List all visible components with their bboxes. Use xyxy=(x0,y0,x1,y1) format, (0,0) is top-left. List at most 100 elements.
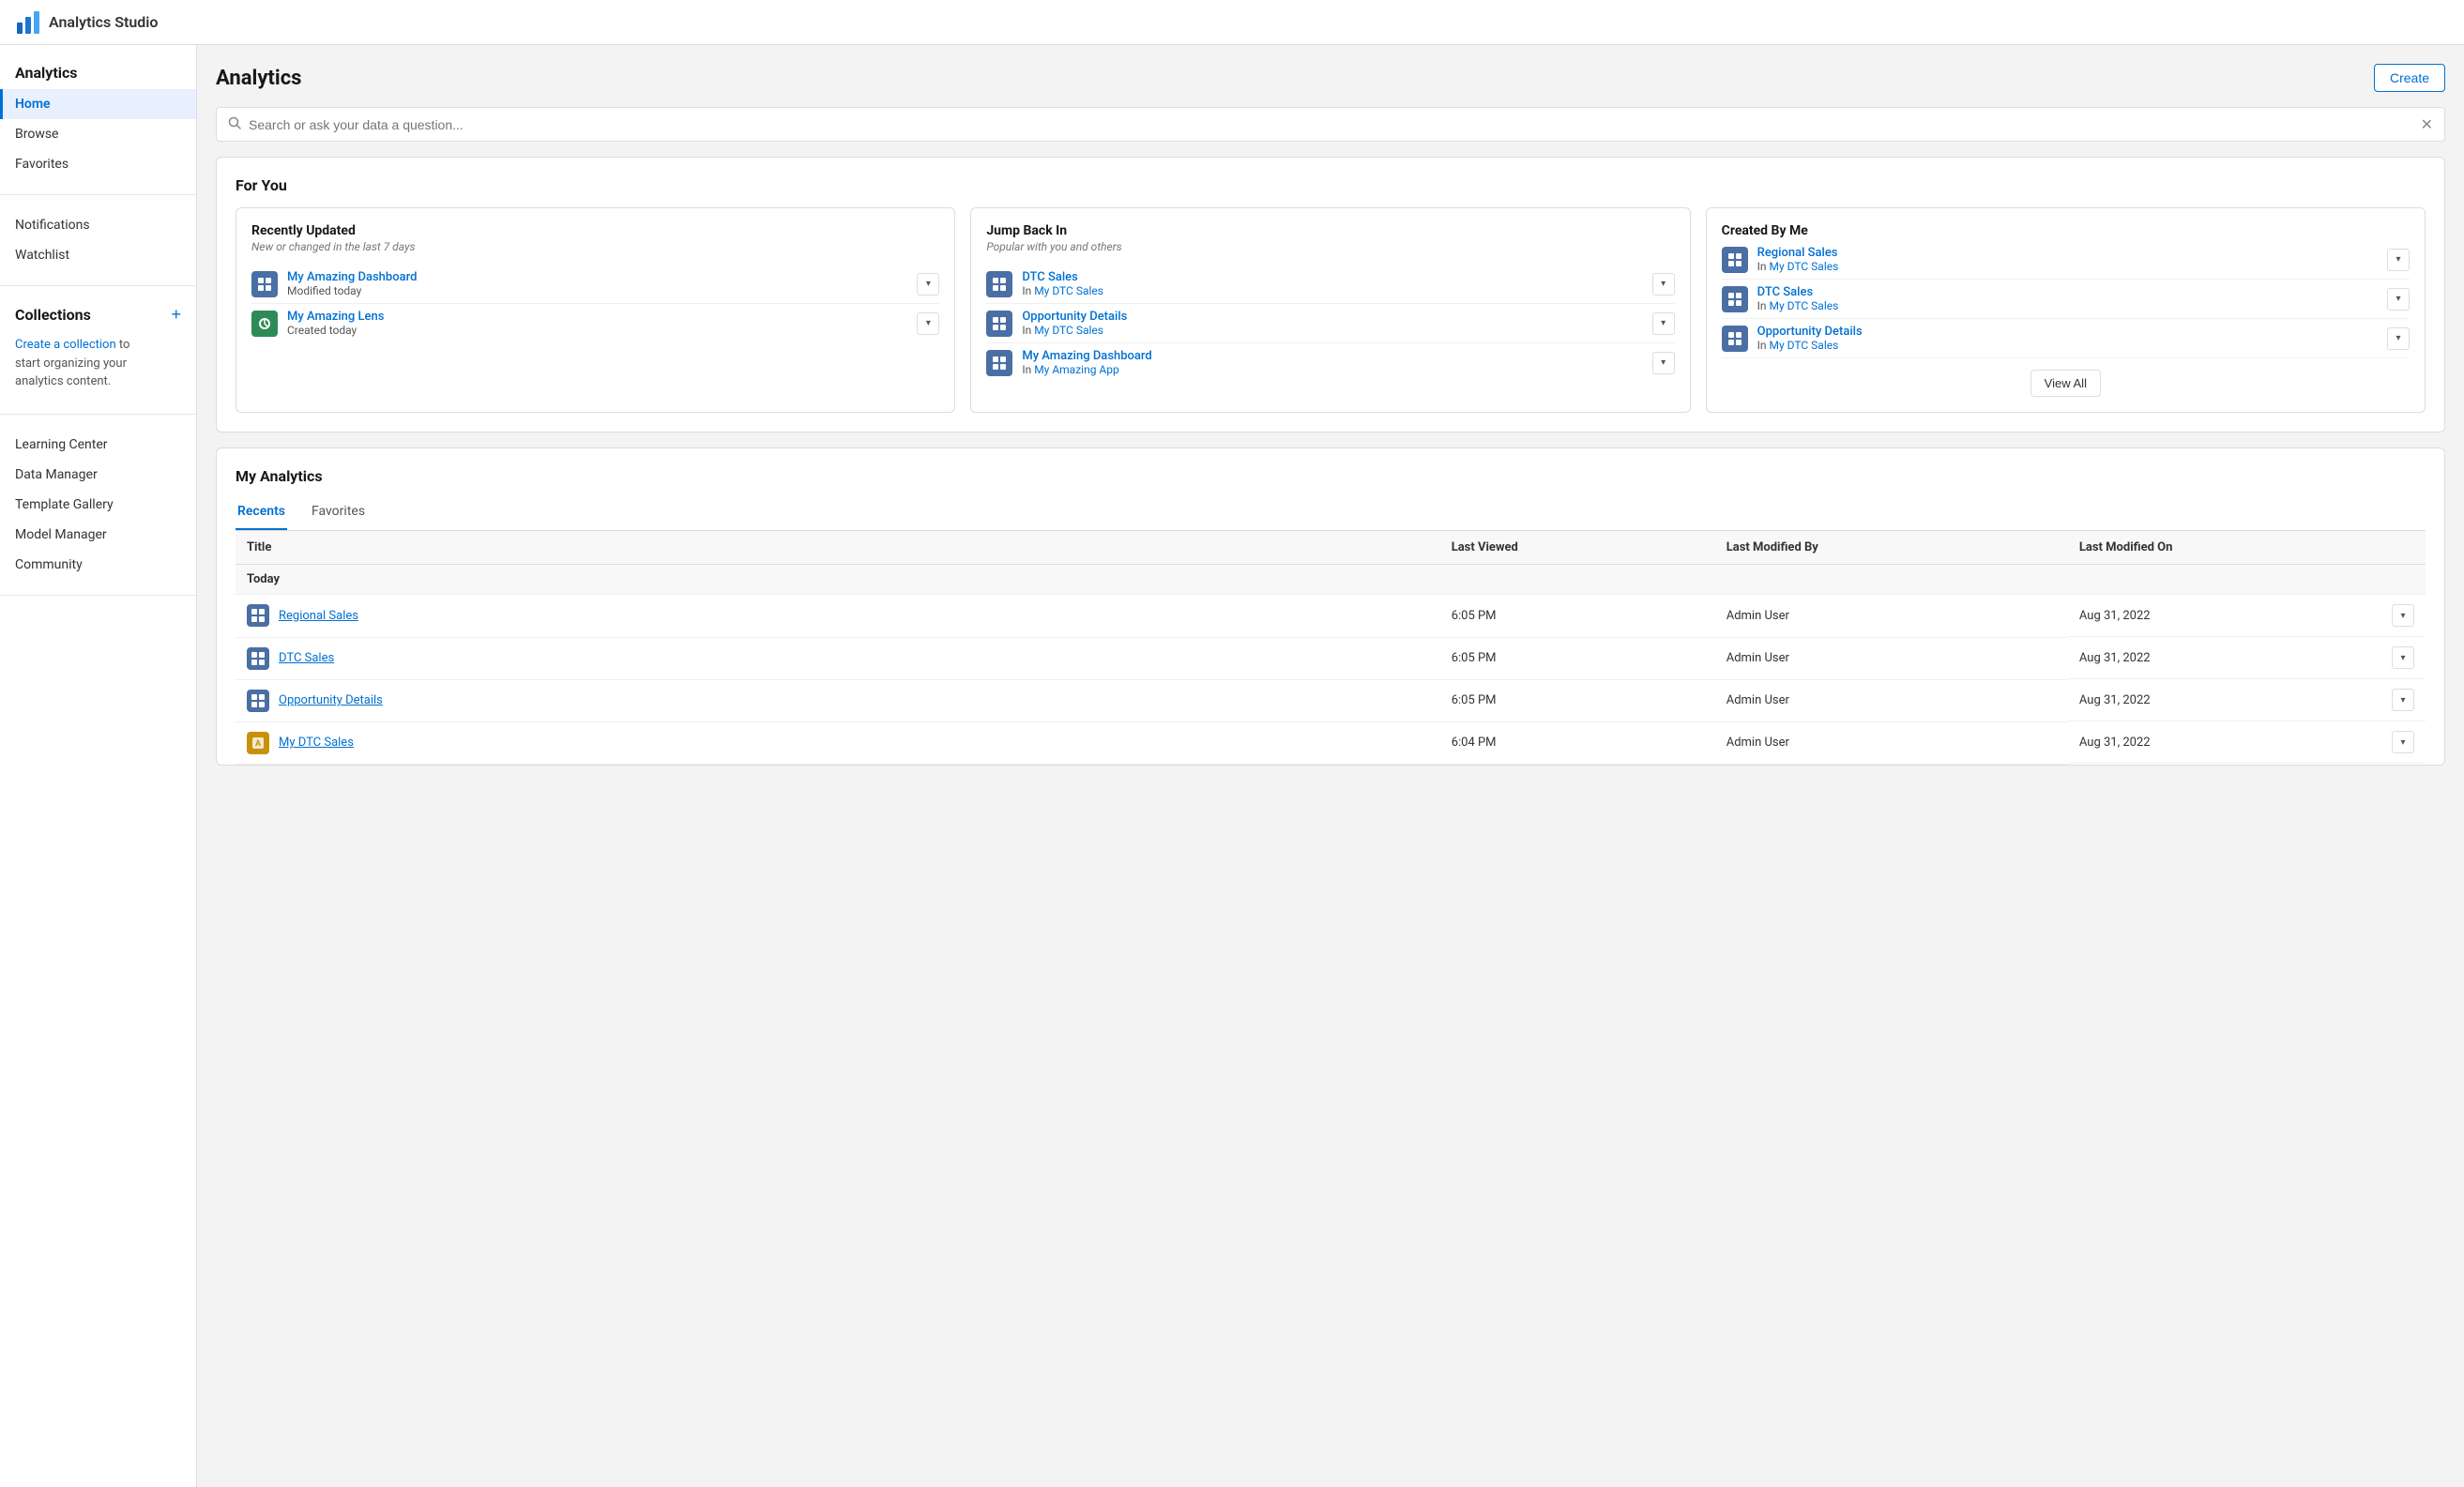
row-0-last-viewed: 6:05 PM xyxy=(1440,595,1715,638)
create-button[interactable]: Create xyxy=(2374,64,2445,92)
app-logo: Analytics Studio xyxy=(15,9,158,36)
main-content: Analytics Create ✕ For You Recently Upda… xyxy=(197,45,2464,1487)
created-by-me-item-2: Opportunity Details In My DTC Sales ▾ xyxy=(1722,319,2410,358)
search-clear-icon[interactable]: ✕ xyxy=(2421,115,2433,133)
sidebar-item-browse[interactable]: Browse xyxy=(0,119,196,149)
row-3-modified-by: Admin User xyxy=(1715,721,2068,764)
row-1-name[interactable]: DTC Sales xyxy=(279,651,334,665)
jump-back-meta-2: In My Amazing App xyxy=(1022,363,1151,376)
created-by-me-name-2[interactable]: Opportunity Details xyxy=(1757,325,1863,339)
row-0-icon xyxy=(247,604,269,627)
recently-updated-subtitle: New or changed in the last 7 days xyxy=(251,240,939,253)
analytics-studio-logo-icon xyxy=(15,9,41,36)
create-collection-link[interactable]: Create a collection xyxy=(15,338,116,352)
created-by-me-name-1[interactable]: DTC Sales xyxy=(1757,285,1839,299)
row-3-name[interactable]: My DTC Sales xyxy=(279,736,354,750)
created-by-me-dropdown-1[interactable]: ▾ xyxy=(2387,288,2410,311)
jump-back-icon-1 xyxy=(986,311,1012,337)
recently-updated-meta-1: Created today xyxy=(287,324,384,337)
jump-back-dropdown-0[interactable]: ▾ xyxy=(1652,273,1675,296)
created-by-me-meta-link-0[interactable]: My DTC Sales xyxy=(1770,260,1839,273)
col-last-viewed: Last Viewed xyxy=(1440,531,1715,565)
collections-header: Collections + xyxy=(0,301,196,332)
row-0-title-cell: Regional Sales xyxy=(236,595,1440,638)
sidebar-item-home[interactable]: Home xyxy=(0,89,196,119)
jump-back-meta-link-1[interactable]: My DTC Sales xyxy=(1034,324,1103,337)
created-by-me-meta-link-1[interactable]: My DTC Sales xyxy=(1770,299,1839,312)
search-input[interactable] xyxy=(249,117,2421,132)
view-all-button[interactable]: View All xyxy=(2031,370,2101,397)
row-0-name[interactable]: Regional Sales xyxy=(279,609,358,623)
sidebar-item-model-manager[interactable]: Model Manager xyxy=(0,520,196,550)
tabs-row: Recents Favorites xyxy=(236,496,2426,531)
created-by-me-dropdown-2[interactable]: ▾ xyxy=(2387,327,2410,350)
jump-back-name-2[interactable]: My Amazing Dashboard xyxy=(1022,349,1151,363)
created-by-me-name-0[interactable]: Regional Sales xyxy=(1757,246,1839,260)
main-layout: Analytics Home Browse Favorites Notifica… xyxy=(0,45,2464,1487)
page-header: Analytics Create xyxy=(216,64,2445,92)
row-2-title-cell: Opportunity Details xyxy=(236,679,1440,721)
sidebar-item-favorites[interactable]: Favorites xyxy=(0,149,196,179)
jump-back-meta-link-2[interactable]: My Amazing App xyxy=(1034,363,1119,376)
sidebar: Analytics Home Browse Favorites Notifica… xyxy=(0,45,197,1487)
sidebar-item-community[interactable]: Community xyxy=(0,550,196,580)
add-collection-button[interactable]: + xyxy=(171,305,181,325)
jump-back-item-2: My Amazing Dashboard In My Amazing App ▾ xyxy=(986,343,1674,382)
sidebar-item-template-gallery[interactable]: Template Gallery xyxy=(0,490,196,520)
created-by-me-meta-0: In My DTC Sales xyxy=(1757,260,1839,273)
jump-back-dropdown-2[interactable]: ▾ xyxy=(1652,352,1675,374)
row-2-name[interactable]: Opportunity Details xyxy=(279,693,383,707)
sidebar-item-watchlist[interactable]: Watchlist xyxy=(0,240,196,270)
search-bar: ✕ xyxy=(216,107,2445,142)
col-title: Title xyxy=(236,531,1440,565)
jump-back-in-card: Jump Back In Popular with you and others… xyxy=(970,207,1690,413)
sidebar-item-data-manager[interactable]: Data Manager xyxy=(0,460,196,490)
row-3-dropdown[interactable]: ▾ xyxy=(2392,731,2414,753)
sidebar-item-notifications-label: Notifications xyxy=(15,218,90,233)
recently-updated-dropdown-0[interactable]: ▾ xyxy=(917,273,939,296)
jump-back-name-1[interactable]: Opportunity Details xyxy=(1022,310,1127,324)
table-row: Opportunity Details 6:05 PM Admin User A… xyxy=(236,679,2426,721)
jump-back-meta-link-0[interactable]: My DTC Sales xyxy=(1034,284,1103,297)
tab-recents[interactable]: Recents xyxy=(236,496,287,530)
row-2-modified-on: Aug 31, 2022 ▾ xyxy=(2068,679,2426,721)
tab-favorites[interactable]: Favorites xyxy=(310,496,367,530)
row-1-dropdown[interactable]: ▾ xyxy=(2392,646,2414,669)
table-header-row: Title Last Viewed Last Modified By Last … xyxy=(236,531,2426,565)
sidebar-section-collections: Collections + Create a collection tostar… xyxy=(0,286,196,415)
table-header: Title Last Viewed Last Modified By Last … xyxy=(236,531,2426,565)
recently-updated-name-1[interactable]: My Amazing Lens xyxy=(287,310,384,324)
recently-updated-name-0[interactable]: My Amazing Dashboard xyxy=(287,270,417,284)
row-0-dropdown[interactable]: ▾ xyxy=(2392,604,2414,627)
sidebar-item-community-label: Community xyxy=(15,557,83,572)
jump-back-in-title: Jump Back In xyxy=(986,223,1674,238)
row-2-dropdown[interactable]: ▾ xyxy=(2392,689,2414,711)
sidebar-item-watchlist-label: Watchlist xyxy=(15,248,69,263)
recently-updated-dropdown-1[interactable]: ▾ xyxy=(917,312,939,335)
jump-back-icon-0 xyxy=(986,271,1012,297)
sidebar-item-home-label: Home xyxy=(15,97,51,112)
for-you-section: For You Recently Updated New or changed … xyxy=(216,157,2445,432)
recently-updated-meta-0: Modified today xyxy=(287,284,417,297)
row-1-icon xyxy=(247,647,269,670)
table-row: Regional Sales 6:05 PM Admin User Aug 31… xyxy=(236,595,2426,638)
table-body: Today Regional Sales 6:05 PM xyxy=(236,565,2426,765)
table-row: A My DTC Sales 6:04 PM Admin User Aug 31… xyxy=(236,721,2426,764)
row-1-last-viewed: 6:05 PM xyxy=(1440,637,1715,679)
created-by-me-dropdown-0[interactable]: ▾ xyxy=(2387,249,2410,271)
collections-title: Collections xyxy=(15,306,91,324)
sidebar-item-learning-center[interactable]: Learning Center xyxy=(0,430,196,460)
col-last-modified-on: Last Modified On xyxy=(2068,531,2426,565)
jump-back-name-0[interactable]: DTC Sales xyxy=(1022,270,1103,284)
sidebar-item-learning-center-label: Learning Center xyxy=(15,437,108,452)
row-3-modified-on: Aug 31, 2022 ▾ xyxy=(2068,721,2426,764)
sidebar-section-notifications: Notifications Watchlist xyxy=(0,195,196,286)
created-by-me-icon-0 xyxy=(1722,247,1748,273)
recently-updated-item-0: My Amazing Dashboard Modified today ▾ xyxy=(251,265,939,304)
col-last-modified-by: Last Modified By xyxy=(1715,531,2068,565)
jump-back-dropdown-1[interactable]: ▾ xyxy=(1652,312,1675,335)
my-analytics-title: My Analytics xyxy=(236,467,2426,485)
sidebar-item-notifications[interactable]: Notifications xyxy=(0,210,196,240)
created-by-me-meta-link-2[interactable]: My DTC Sales xyxy=(1770,339,1839,352)
created-by-me-card: Created By Me Regional Sales In My DTC S… xyxy=(1706,207,2426,413)
